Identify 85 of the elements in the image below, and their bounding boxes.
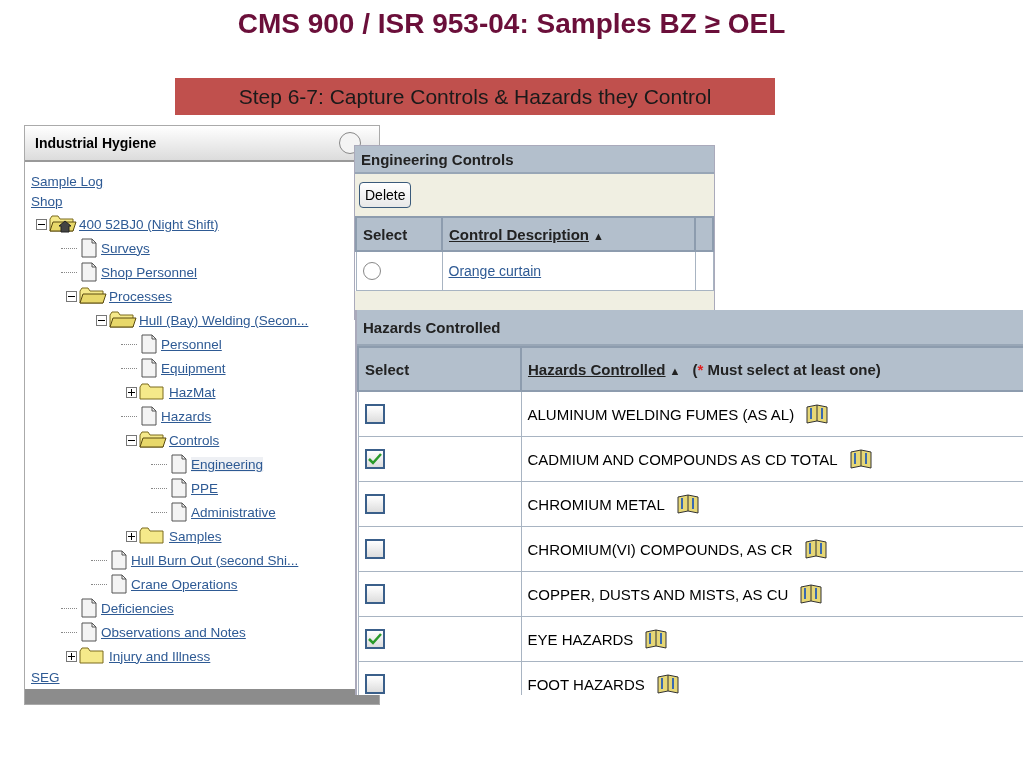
book-icon[interactable] — [656, 674, 679, 694]
hazard-name: COPPER, DUSTS AND MISTS, AS CU — [527, 585, 789, 603]
panel-title: Engineering Controls — [361, 150, 514, 168]
expand-toggle[interactable] — [126, 386, 137, 398]
hazard-name: CHROMIUM(VI) COMPOUNDS, AS CR — [527, 540, 793, 558]
document-icon — [109, 574, 129, 594]
nav-link[interactable]: Shop — [31, 192, 63, 212]
tree-link[interactable]: Controls — [169, 432, 220, 448]
collapse-toggle[interactable] — [96, 314, 107, 326]
folder-icon — [139, 527, 167, 545]
panel-title: Hazards Controlled — [363, 318, 501, 336]
checkbox[interactable] — [364, 584, 385, 604]
tree-link[interactable]: PPE — [191, 480, 218, 496]
folder-icon — [109, 311, 137, 329]
document-icon — [79, 622, 99, 642]
checkbox[interactable] — [364, 449, 385, 469]
row-radio[interactable] — [362, 262, 381, 280]
nav-link[interactable]: Sample Log — [31, 172, 104, 192]
checkbox[interactable] — [364, 539, 385, 559]
document-icon — [169, 502, 189, 522]
document-icon — [139, 406, 159, 426]
document-icon — [79, 598, 99, 618]
hazard-name: ALUMINUM WELDING FUMES (AS AL) — [527, 405, 795, 423]
expand-toggle[interactable] — [66, 650, 77, 662]
collapse-toggle[interactable] — [66, 290, 77, 302]
control-link[interactable]: Orange curtain — [448, 263, 542, 279]
document-icon — [79, 238, 99, 258]
collapse-toggle[interactable] — [126, 434, 137, 446]
expand-toggle[interactable] — [126, 530, 137, 542]
slide-title: CMS 900 / ISR 953-04: Samples BZ ≥ OEL — [236, 7, 787, 40]
tree-link[interactable]: Personnel — [161, 336, 222, 352]
sort-arrow-icon[interactable]: ▲ — [593, 229, 604, 242]
folder-icon — [139, 431, 167, 449]
column-header: Select — [363, 225, 408, 243]
book-icon[interactable] — [806, 404, 829, 424]
hazard-name: CHROMIUM METAL — [527, 495, 665, 513]
tree-link[interactable]: Crane Operations — [131, 576, 238, 592]
tree-link[interactable]: Hazards — [161, 408, 212, 424]
tree-link[interactable]: Administrative — [191, 504, 276, 520]
document-icon — [169, 454, 189, 474]
tree-link[interactable]: Deficiencies — [101, 600, 174, 616]
document-icon — [169, 478, 189, 498]
sort-link[interactable]: Hazards Controlled — [528, 360, 666, 378]
document-icon — [79, 262, 99, 282]
tree-link[interactable]: Samples — [169, 528, 222, 544]
document-icon — [139, 334, 159, 354]
checkbox[interactable] — [364, 404, 385, 424]
hazard-name: FOOT HAZARDS — [527, 675, 645, 693]
checkbox[interactable] — [364, 494, 385, 514]
sort-link[interactable]: Control Description — [449, 225, 589, 243]
book-icon[interactable] — [676, 494, 699, 514]
tree-link[interactable]: Shop Personnel — [101, 264, 198, 280]
tree-link[interactable]: Injury and Illness — [109, 648, 211, 664]
tree-link[interactable]: HazMat — [169, 384, 216, 400]
document-icon — [139, 358, 159, 378]
required-note: (* Must select at least one) — [692, 360, 881, 378]
hazard-name: EYE HAZARDS — [527, 630, 634, 648]
tree-link[interactable]: Hull (Bay) Welding (Secon... — [139, 312, 309, 328]
panel-title: Industrial Hygiene — [35, 135, 157, 151]
house-folder-icon — [49, 215, 77, 233]
tree-link[interactable]: Engineering — [191, 456, 264, 472]
book-icon[interactable] — [804, 539, 827, 559]
sort-arrow-icon[interactable]: ▲ — [669, 364, 681, 377]
checkbox[interactable] — [364, 629, 385, 649]
tree-link[interactable]: Equipment — [161, 360, 226, 376]
folder-icon — [79, 647, 107, 665]
collapse-button[interactable] — [339, 132, 361, 154]
book-icon[interactable] — [800, 584, 823, 604]
step-banner: Step 6-7: Capture Controls & Hazards they Control — [175, 78, 775, 115]
tree-link[interactable]: Observations and Notes — [101, 624, 246, 640]
checkbox[interactable] — [364, 674, 385, 694]
tree-link[interactable]: Hull Burn Out (second Shi... — [131, 552, 299, 568]
book-icon[interactable] — [849, 449, 872, 469]
collapse-toggle[interactable] — [36, 218, 47, 230]
column-header: Select — [365, 360, 410, 378]
nav-link[interactable]: SEG — [31, 668, 60, 688]
tree-link[interactable]: Processes — [109, 288, 173, 304]
delete-button[interactable]: Delete — [359, 182, 412, 208]
folder-icon — [79, 287, 107, 305]
folder-icon — [139, 383, 167, 401]
tree-link[interactable]: Surveys — [101, 240, 150, 256]
book-icon[interactable] — [645, 629, 668, 649]
tree-link[interactable]: 400 52BJ0 (Night Shift) — [79, 216, 219, 232]
document-icon — [109, 550, 129, 570]
hazard-name: CADMIUM AND COMPOUNDS AS CD TOTAL — [527, 450, 838, 468]
